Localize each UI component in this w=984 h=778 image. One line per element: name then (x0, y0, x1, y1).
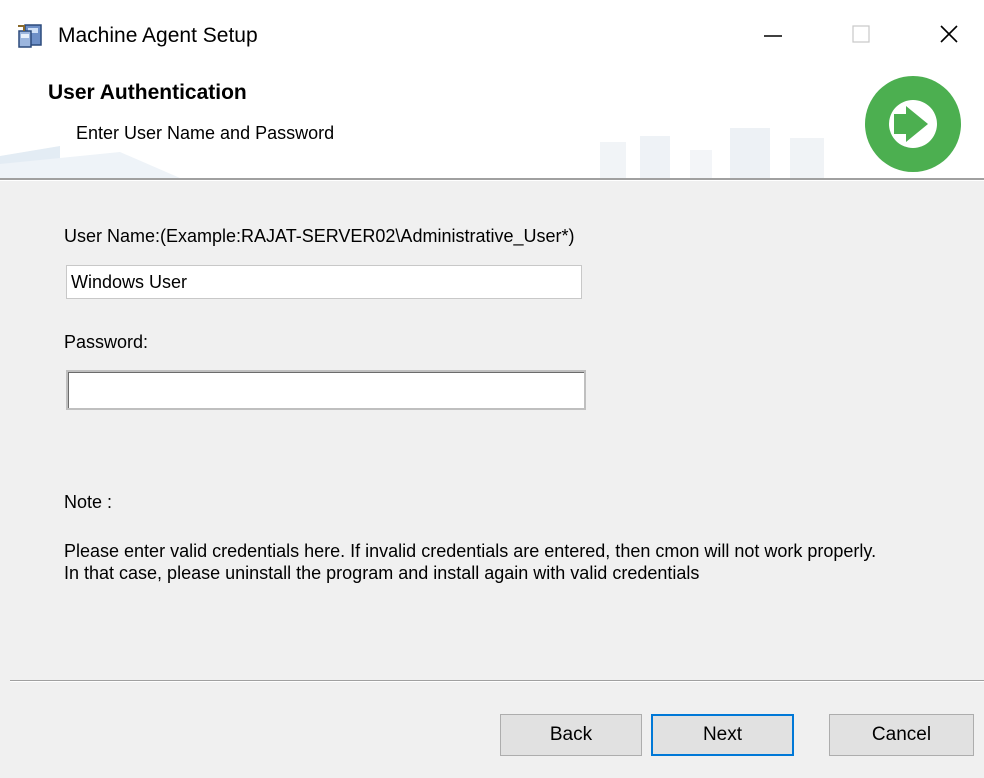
installer-icon (18, 24, 42, 48)
back-button[interactable]: Back (500, 714, 642, 756)
header-divider (0, 178, 984, 181)
minimize-icon (764, 35, 782, 37)
note-text: Please enter valid credentials here. If … (64, 541, 877, 583)
password-label: Password: (64, 332, 149, 352)
footer-divider (10, 680, 984, 682)
window-title: Machine Agent Setup (58, 24, 258, 47)
maximize-icon (852, 25, 870, 43)
username-input[interactable] (66, 265, 582, 299)
green-arrow-logo-icon (865, 76, 961, 172)
close-icon (940, 25, 958, 43)
header-banner: User Authentication Enter User Name and … (0, 68, 984, 178)
title-bar: Machine Agent Setup (0, 0, 984, 68)
close-button[interactable] (920, 0, 978, 68)
password-input[interactable] (66, 370, 586, 410)
cancel-button[interactable]: Cancel (829, 714, 974, 756)
next-button[interactable]: Next (651, 714, 794, 756)
minimize-button[interactable] (744, 0, 802, 68)
page-subtitle: Enter User Name and Password (76, 123, 335, 143)
setup-window: Machine Agent Setup User Authentication … (0, 0, 984, 778)
username-label: User Name:(Example:RAJAT-SERVER02\Admini… (64, 226, 575, 246)
note-label: Note : (64, 492, 113, 512)
page-heading: User Authentication (48, 81, 247, 104)
maximize-button[interactable] (832, 0, 890, 68)
